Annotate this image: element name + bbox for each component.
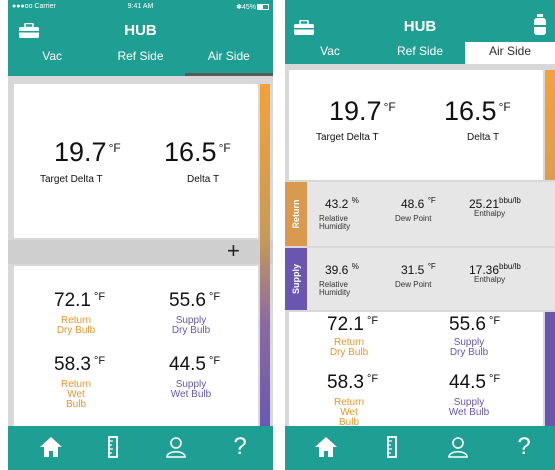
- supply-dry-bulb-value: 55.6 °F: [169, 290, 221, 311]
- delta-t-card: 19.7 °F Target Delta T 16.5 °F Delta T: [14, 84, 258, 238]
- target-delta-t-label: Target Delta T: [316, 132, 379, 143]
- supply-dry-bulb-value: 55.6 °F: [449, 314, 501, 335]
- gradient-scale-top: [545, 70, 555, 180]
- tab-ref-side[interactable]: Ref Side: [96, 46, 184, 76]
- readings-card: 72.1 °F Return Dry Bulb 55.6 °F Supply Dry B…: [289, 312, 543, 428]
- readings-card: 72.1 °F Return Dry Bulb 55.6 °F Supply Dry B…: [14, 266, 258, 426]
- return-wet-bulb-label: Return Wet Bulb: [60, 379, 91, 410]
- return-dry-bulb-label: Return Dry Bulb: [56, 315, 96, 336]
- tab-vac[interactable]: Vac: [285, 42, 375, 64]
- clock-label: 9:41 AM: [127, 3, 154, 10]
- return-band: Return: [285, 182, 307, 246]
- tab-bar: Vac Ref Side Air Side: [8, 46, 273, 76]
- supply-band: Supply: [285, 248, 307, 310]
- supply-dry-bulb-label: Supply Dry Bulb: [171, 315, 211, 336]
- gradient-scale: [260, 84, 270, 426]
- supply-wet-bulb-label: Supply Wet Bulb: [170, 379, 212, 400]
- return-dew-point-value: 48.6 °F: [401, 196, 436, 211]
- supply-enthalpy-label: Enthalpy: [474, 275, 506, 284]
- supply-wet-bulb-label: Supply Wet Bulb: [448, 397, 490, 418]
- supply-humidity-value: 39.6 %: [325, 262, 359, 277]
- app-title: HUB: [403, 18, 437, 35]
- return-wet-bulb-value: 58.3 °F: [54, 354, 106, 375]
- battery-icon: [257, 4, 269, 10]
- tab-bar: Vac Ref Side Air Side: [285, 42, 555, 64]
- app-title: HUB: [124, 22, 157, 39]
- app-header: HUB Vac Ref Side Air Side: [285, 0, 555, 64]
- delta-t-label: Delta T: [187, 174, 220, 185]
- delta-t-label: Delta T: [467, 132, 500, 143]
- supply-dew-point-value: 31.5 °F: [401, 262, 436, 277]
- help-icon[interactable]: ?: [511, 434, 537, 460]
- tab-ref-side[interactable]: Ref Side: [375, 42, 465, 64]
- person-icon[interactable]: [445, 434, 471, 460]
- person-icon[interactable]: [163, 434, 189, 460]
- return-enthalpy-label: Enthalpy: [474, 209, 506, 218]
- app-header: HUB Vac Ref Side Air Side: [8, 14, 273, 76]
- return-air-row: 43.2 % Relative Humidity 48.6 °F Dew Poin…: [307, 182, 555, 246]
- add-bar: +: [8, 238, 273, 264]
- refrigerant-tank-icon[interactable]: [533, 14, 547, 36]
- add-button[interactable]: +: [227, 238, 240, 264]
- delta-t-value: 16.5 °F: [164, 137, 231, 167]
- target-delta-t-label: Target Delta T: [40, 174, 103, 185]
- return-wet-bulb-label: Return Wet Bulb: [333, 397, 364, 428]
- delta-t-value: 16.5 °F: [444, 96, 511, 126]
- target-delta-t-value: 19.7 °F: [54, 137, 121, 167]
- battery-indicator: ✱45%: [236, 3, 269, 11]
- return-wet-bulb-value: 58.3 °F: [327, 372, 379, 393]
- return-dry-bulb-value: 72.1 °F: [327, 314, 379, 335]
- phone-screen-left: ●●●oo Carrier 9:41 AM ✱45% HUB Vac Ref S…: [8, 0, 273, 470]
- help-icon[interactable]: ?: [227, 434, 253, 460]
- tab-air-side[interactable]: Air Side: [185, 46, 273, 76]
- supply-dry-bulb-label: Supply Dry Bulb: [449, 337, 489, 358]
- tab-air-side[interactable]: Air Side: [465, 42, 555, 64]
- delta-t-card: 19.7 °F Target Delta T 16.5 °F Delta T: [289, 70, 543, 180]
- supply-wet-bulb-value: 44.5 °F: [449, 372, 501, 393]
- bottom-nav: ?: [8, 426, 273, 470]
- return-dew-point-label: Dew Point: [395, 214, 432, 223]
- ruler-icon[interactable]: [100, 434, 126, 460]
- tab-vac[interactable]: Vac: [8, 46, 96, 76]
- return-humidity-value: 43.2 %: [325, 196, 359, 211]
- return-dry-bulb-label: Return Dry Bulb: [329, 337, 369, 358]
- return-humidity-label: Relative Humidity: [319, 214, 351, 231]
- supply-humidity-label: Relative Humidity: [319, 280, 351, 297]
- home-icon[interactable]: [313, 434, 339, 460]
- bottom-nav: ?: [285, 426, 555, 470]
- supply-dew-point-label: Dew Point: [395, 280, 432, 289]
- supply-air-row: 39.6 % Relative Humidity 31.5 °F Dew Poin…: [307, 248, 555, 310]
- phone-screen-right: HUB Vac Ref Side Air Side 19.7 °F Target …: [285, 0, 555, 470]
- supply-wet-bulb-value: 44.5 °F: [169, 354, 221, 375]
- ruler-icon[interactable]: [379, 434, 405, 460]
- gradient-scale-bottom: [545, 312, 555, 426]
- return-dry-bulb-value: 72.1 °F: [54, 290, 106, 311]
- home-icon[interactable]: [38, 434, 64, 460]
- target-delta-t-value: 19.7 °F: [329, 96, 396, 126]
- battery-percent: 45%: [241, 4, 256, 11]
- status-bar: ●●●oo Carrier 9:41 AM ✱45%: [8, 0, 273, 14]
